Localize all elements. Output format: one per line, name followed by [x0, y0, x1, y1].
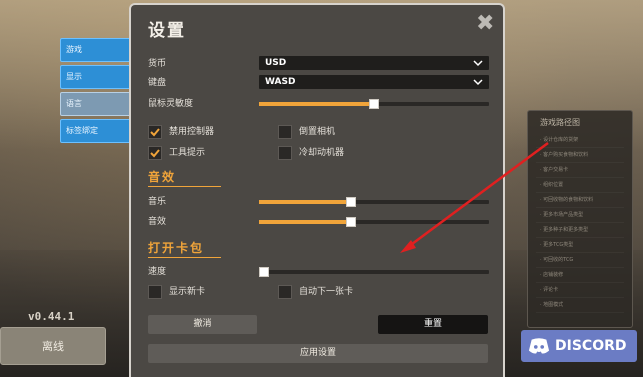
annotation-arrow	[400, 141, 549, 253]
